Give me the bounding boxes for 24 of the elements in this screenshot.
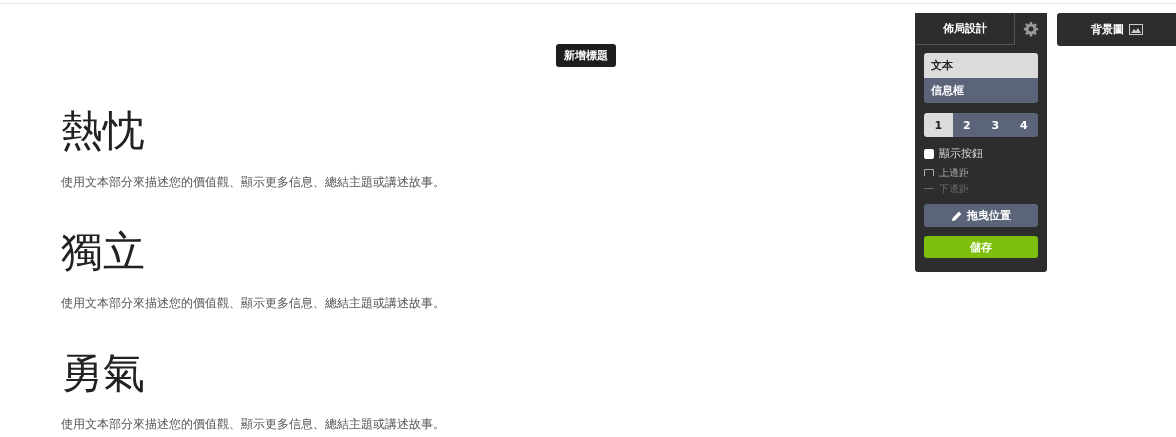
tooltip: 新增標題	[556, 44, 616, 67]
layout-option[interactable]: 信息框	[924, 78, 1038, 103]
checkbox-label: 顯示按鈕	[939, 146, 983, 161]
section-text: 使用文本部分來描述您的價值觀、顯示更多信息、總結主題或講述故事。	[61, 174, 445, 190]
image-icon	[1128, 24, 1143, 35]
checkbox[interactable]	[924, 148, 934, 159]
section-text: 使用文本部分來描述您的價值觀、顯示更多信息、總結主題或講述故事。	[61, 295, 445, 311]
section-heading: 熱忱	[61, 106, 145, 156]
top-border-icon	[924, 169, 934, 176]
section-heading: 勇氣	[61, 348, 145, 398]
column-option[interactable]: 2	[952, 113, 981, 137]
section-text: 使用文本部分來描述您的價值觀、顯示更多信息、總結主題或講述故事。	[61, 416, 445, 432]
pencil-icon	[951, 210, 962, 221]
line-icon	[924, 185, 934, 192]
column-option[interactable]: 1	[924, 113, 953, 137]
layout-option[interactable]: 文本	[924, 53, 1038, 78]
layout-tab[interactable]: 佈局設計	[915, 13, 1015, 45]
section-heading: 獨立	[61, 227, 145, 277]
margin-option[interactable]: 上邊距	[924, 167, 1038, 178]
background-button[interactable]: 背景圖	[1057, 13, 1176, 46]
drag-button[interactable]: 拖曳位置	[924, 204, 1038, 227]
column-option[interactable]: 4	[1009, 113, 1038, 137]
column-option[interactable]: 3	[981, 113, 1010, 137]
settings-icon	[1023, 21, 1039, 37]
